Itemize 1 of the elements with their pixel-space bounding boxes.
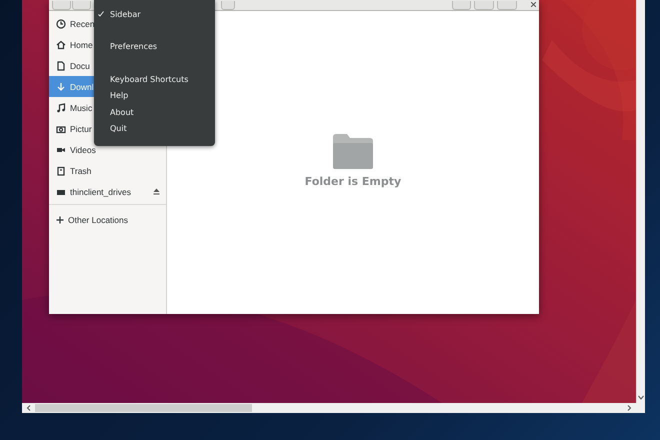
empty-folder-message: Folder is Empty (304, 174, 402, 188)
